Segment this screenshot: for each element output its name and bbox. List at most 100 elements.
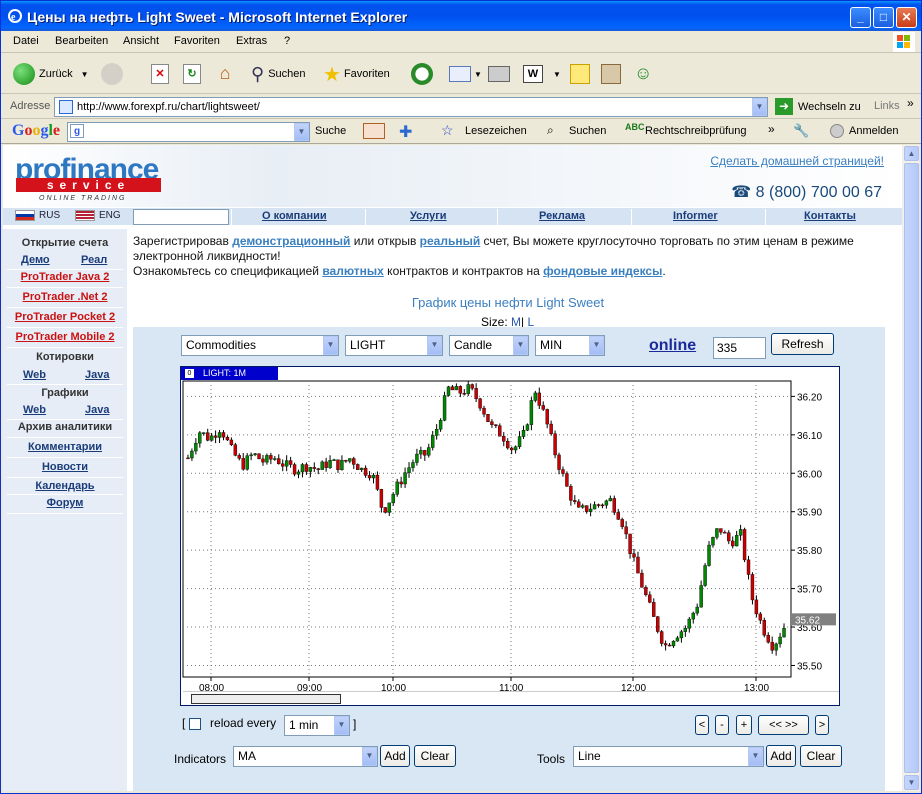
find-button[interactable]: Suchen [569,125,606,137]
clear-tool-button[interactable]: Clear [800,745,842,767]
sidebar-item-calendar[interactable]: Календарь [3,480,127,492]
menu-help[interactable]: ? [284,35,290,47]
wrench-icon[interactable]: 🔧 [793,123,809,139]
search-button[interactable]: ⚲ Suchen [251,61,306,87]
mail-button[interactable]: ▼ [449,61,482,87]
zoom-in-button[interactable]: + [736,715,752,735]
charts-java-link[interactable]: Java [85,404,109,416]
real-account-link[interactable]: реальный [420,234,481,248]
site-search-input[interactable] [133,209,229,225]
nav-contacts[interactable]: Контакты [804,210,856,222]
quotes-web-link[interactable]: Web [23,369,46,381]
candle-body [225,436,230,441]
candle-body [257,453,261,460]
close-button[interactable]: ✕ [896,7,917,28]
research-button[interactable] [601,61,621,87]
google-search-button[interactable]: Suche [315,125,346,137]
lang-en[interactable]: ENG [75,210,121,221]
add-tool-button[interactable]: Add [766,745,796,767]
sidebar-item-protrader-mobile[interactable]: ProTrader Mobile 2 [3,331,127,343]
period-select[interactable]: MIN ▼ [535,335,605,356]
plus-icon[interactable]: ✚ [399,122,412,142]
menu-edit[interactable]: Bearbeiten [55,35,108,47]
maximize-button[interactable]: □ [873,7,894,28]
bookmarks-button[interactable]: Lesezeichen [465,125,527,137]
google-search-dropdown[interactable]: ▼ [294,123,309,141]
go-button[interactable]: ➜ Wechseln zu [775,98,861,115]
chart-type-select[interactable]: Candle ▼ [449,335,529,356]
scroll-left-button[interactable]: < [695,715,709,735]
lang-ru[interactable]: RUS [15,210,60,221]
menu-view[interactable]: Ansicht [123,35,159,47]
links-label[interactable]: Links [874,100,900,112]
indicator-select[interactable]: MA ▼ [233,746,378,767]
symbol-select[interactable]: LIGHT ▼ [345,335,443,356]
category-select[interactable]: Commodities ▼ [181,335,339,356]
price-chart[interactable]: 0 LIGHT: 1M 36.20 36.10 36.00 35.90 35.80 35.… [180,366,840,706]
online-link[interactable]: online [649,337,696,355]
currency-contracts-link[interactable]: валютных [322,264,384,278]
refresh-chart-button[interactable]: Refresh [771,333,834,355]
sidebar-item-forum[interactable]: Форум [3,497,127,509]
stock-indices-link[interactable]: фондовые индексы [543,264,662,278]
scroll-right-button[interactable]: > [815,715,829,735]
sidebar-item-protrader-pocket[interactable]: ProTrader Pocket 2 [3,311,127,323]
chart-scroll-thumb[interactable] [191,694,341,704]
google-search-input[interactable]: g ▼ [67,122,310,142]
highlight-icon[interactable] [363,123,385,139]
make-homepage-link[interactable]: Сделать домашней страницей! [710,154,884,168]
real-link[interactable]: Реал [81,254,107,266]
menu-favorites[interactable]: Favoriten [174,35,220,47]
demo-link[interactable]: Демо [21,254,50,266]
reload-interval-select[interactable]: 1 min ▼ [284,715,350,736]
chart-scrollbar[interactable] [183,691,839,705]
quotes-java-link[interactable]: Java [85,369,109,381]
scroll-down-icon[interactable]: ▼ [904,775,919,790]
candle-body [715,528,719,538]
nav-ads[interactable]: Реклама [539,210,585,222]
scroll-up-icon[interactable]: ▲ [904,146,919,161]
bar-count-input[interactable]: 335 [713,337,766,359]
sidebar-item-protrader-java[interactable]: ProTrader Java 2 [3,271,127,283]
sidebar-item-protrader-net[interactable]: ProTrader .Net 2 [3,291,127,303]
sidebar-item-news[interactable]: Новости [3,461,127,473]
print-button[interactable] [488,61,510,87]
zoom-out-button[interactable]: - [715,715,729,735]
signin-button[interactable]: Anmelden [849,125,899,137]
demo-account-link[interactable]: демонстрационный [232,234,350,248]
sidebar-item-comments[interactable]: Комментарии [3,441,127,453]
page-scrollbar[interactable]: ▲ ▼ [902,145,919,791]
edit-button[interactable]: W ▼ [523,61,561,87]
charts-web-link[interactable]: Web [23,404,46,416]
reload-checkbox[interactable] [188,717,201,730]
tool-select[interactable]: Line ▼ [573,746,764,767]
chevron-more-icon[interactable]: » [907,96,914,110]
stop-icon: ✕ [151,64,169,84]
menu-tools[interactable]: Extras [236,35,267,47]
spellcheck-button[interactable]: Rechtschreibprüfung [645,125,747,137]
add-indicator-button[interactable]: Add [380,745,410,767]
favorites-button[interactable]: ★ Favoriten [323,61,390,87]
back-button[interactable]: Zurück ▼ [13,61,89,87]
history-button[interactable] [411,61,437,87]
page-scroll-thumb[interactable] [904,163,919,773]
menu-file[interactable]: Datei [13,35,39,47]
fit-button[interactable]: << >> [758,715,809,735]
discuss-button[interactable] [570,61,590,87]
address-input[interactable]: http://www.forexpf.ru/chart/lightsweet/ … [54,97,768,117]
chevron-more-icon[interactable]: » [768,122,775,136]
stop-button[interactable]: ✕ [151,61,169,87]
forward-arrow-icon [101,63,123,85]
forward-button[interactable] [101,61,127,87]
nav-about[interactable]: О компании [262,210,327,222]
clear-indicator-button[interactable]: Clear [414,745,456,767]
home-button[interactable]: ⌂ [214,61,236,87]
minimize-button[interactable]: _ [850,7,871,28]
chevron-down-icon: ▼ [553,69,561,79]
nav-services[interactable]: Услуги [410,210,447,222]
address-dropdown[interactable]: ▼ [752,98,767,116]
nav-informer[interactable]: Informer [673,210,718,222]
title-bar[interactable]: e Цены на нефть Light Sweet - Microsoft … [1,1,921,31]
refresh-button[interactable]: ↻ [183,61,201,87]
messenger-button[interactable]: ☺ [634,61,656,87]
